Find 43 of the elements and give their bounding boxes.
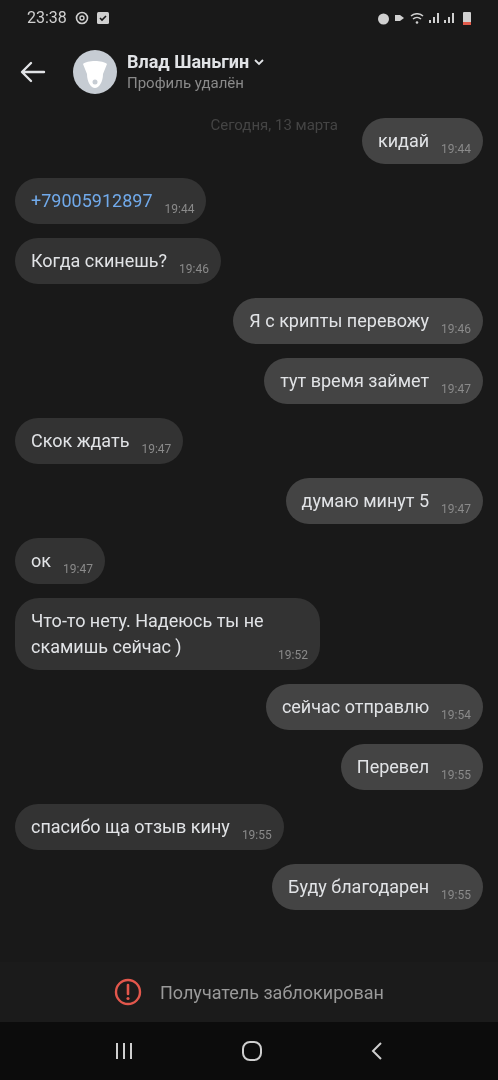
recent-apps-icon[interactable] [113, 1041, 134, 1061]
phone-link[interactable]: +79005912897 [31, 188, 153, 214]
message-text: сейчас отправлю [281, 695, 430, 719]
message-time: 19:54 [441, 707, 471, 724]
message-text: Буду благодарен [288, 875, 430, 899]
message-time: 19:44 [441, 141, 471, 158]
alert-icon [114, 978, 142, 1006]
avatar-icon[interactable] [73, 50, 117, 94]
status-time: 23:38 [27, 7, 67, 29]
message-text: тут время займет [280, 369, 430, 393]
message-time: 19:55 [241, 827, 272, 844]
message-time: 19:47 [441, 501, 471, 518]
back-icon[interactable] [20, 61, 46, 83]
message-text: кидай [377, 129, 430, 153]
message-text: ок [31, 549, 51, 573]
message-text: Что-то нету. Надеюсь ты не скамишь сейчас ) [31, 609, 265, 659]
checkbox-icon [96, 12, 109, 24]
sync-icon [74, 11, 89, 25]
message-time: 19:44 [164, 201, 195, 218]
contact-name[interactable]: Влад Шаньгин [127, 51, 250, 73]
message-text: Когда скинешь? [31, 249, 168, 273]
message-text: Перевел [356, 755, 430, 779]
message-time: 19:55 [441, 887, 471, 904]
message-text: Скок ждать [31, 429, 130, 453]
contact-status: Профиль удалён [127, 73, 245, 93]
wifi-icon [410, 12, 424, 24]
battery-icon [463, 11, 471, 25]
back-nav-icon[interactable] [370, 1040, 385, 1062]
message-text: спасибо ща отзыв кину [31, 815, 230, 839]
message-time: 19:47 [63, 561, 93, 578]
message-time: 19:52 [278, 647, 308, 664]
message-time: 19:55 [441, 767, 471, 784]
message-text: думаю минут 5 [301, 489, 430, 513]
message-time: 19:46 [441, 321, 471, 338]
blocked-notice-text: Получатель заблокирован [160, 980, 384, 1005]
message-time: 19:47 [141, 441, 172, 458]
signal-icon [444, 12, 454, 24]
message-time: 19:46 [179, 261, 209, 278]
signal-icon [429, 12, 439, 24]
message-text: Я с крипты перевожу [249, 309, 430, 333]
home-icon[interactable] [241, 1040, 263, 1062]
chevron-down-icon[interactable] [253, 58, 266, 66]
message-time: 19:47 [441, 381, 471, 398]
